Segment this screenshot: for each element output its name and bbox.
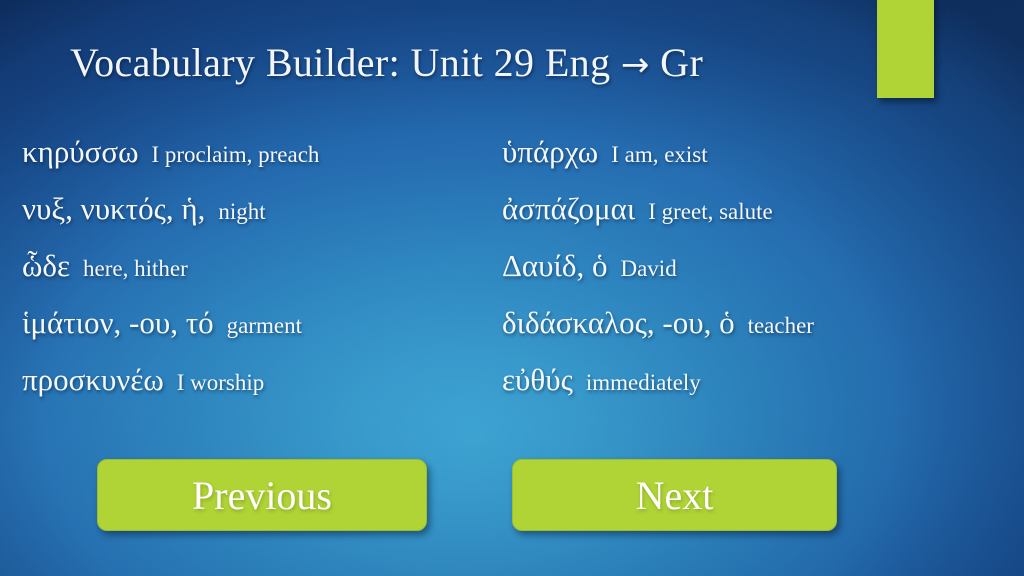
page-title: Vocabulary Builder: Unit 29 Eng → Gr bbox=[70, 42, 703, 84]
arrow-right-icon: → bbox=[620, 45, 650, 85]
greek-term: ὑπάρχω bbox=[502, 134, 599, 169]
list-item: νυξ, νυκτός, ἡ, night bbox=[22, 193, 492, 250]
slide-canvas: Vocabulary Builder: Unit 29 Eng → Gr κηρ… bbox=[0, 0, 1024, 576]
english-gloss: immediately bbox=[585, 370, 701, 395]
english-gloss: I am, exist bbox=[611, 142, 708, 167]
english-gloss: garment bbox=[226, 313, 303, 338]
vocabulary-column-left: κηρύσσω I proclaim, preach νυξ, νυκτός, … bbox=[0, 136, 492, 436]
list-item: προσκυνέω I worship bbox=[22, 364, 492, 421]
list-item: διδάσκαλος, -ου, ὁ teacher bbox=[502, 307, 1024, 364]
list-item: Δαυίδ, ὁ David bbox=[502, 250, 1024, 307]
accent-block bbox=[877, 0, 934, 98]
greek-term: Δαυίδ, ὁ bbox=[502, 248, 608, 283]
english-gloss: I greet, salute bbox=[648, 199, 773, 224]
english-gloss: night bbox=[218, 199, 266, 224]
vocabulary-list: κηρύσσω I proclaim, preach νυξ, νυκτός, … bbox=[0, 136, 1024, 436]
next-button[interactable]: Next bbox=[512, 459, 837, 531]
english-gloss: here, hither bbox=[83, 256, 188, 281]
list-item: κηρύσσω I proclaim, preach bbox=[22, 136, 492, 193]
english-gloss: I proclaim, preach bbox=[151, 142, 320, 167]
greek-term: ὧδε bbox=[22, 248, 71, 283]
greek-term: νυξ, νυκτός, ἡ, bbox=[22, 191, 206, 226]
list-item: εὐθύς immediately bbox=[502, 364, 1024, 421]
greek-term: διδάσκαλος, -ου, ὁ bbox=[502, 305, 735, 340]
english-gloss: I worship bbox=[176, 370, 265, 395]
list-item: ἀσπάζομαι I greet, salute bbox=[502, 193, 1024, 250]
page-title-tail: Gr bbox=[649, 40, 704, 85]
previous-button-label: Previous bbox=[192, 472, 332, 518]
greek-term: εὐθύς bbox=[502, 362, 573, 397]
page-title-text: Vocabulary Builder: Unit 29 Eng bbox=[70, 40, 621, 85]
greek-term: κηρύσσω bbox=[22, 134, 139, 169]
vocabulary-column-right: ὑπάρχω I am, exist ἀσπάζομαι I greet, sa… bbox=[492, 136, 1024, 436]
previous-button[interactable]: Previous bbox=[97, 459, 427, 531]
list-item: ἱμάτιον, -ου, τό garment bbox=[22, 307, 492, 364]
list-item: ὑπάρχω I am, exist bbox=[502, 136, 1024, 193]
list-item: ὧδε here, hither bbox=[22, 250, 492, 307]
greek-term: προσκυνέω bbox=[22, 362, 164, 397]
greek-term: ἱμάτιον, -ου, τό bbox=[22, 305, 214, 340]
next-button-label: Next bbox=[635, 472, 714, 518]
english-gloss: teacher bbox=[747, 313, 814, 338]
greek-term: ἀσπάζομαι bbox=[502, 191, 636, 226]
english-gloss: David bbox=[620, 256, 677, 281]
